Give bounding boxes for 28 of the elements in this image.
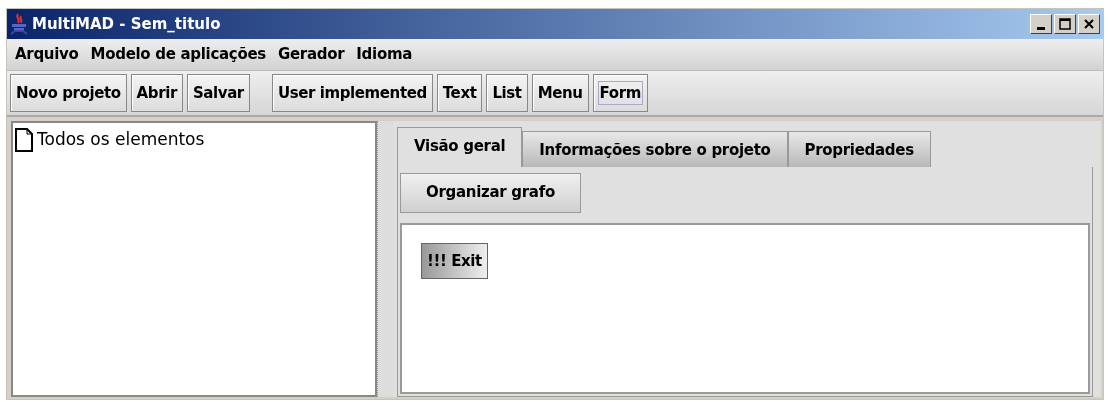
toolbar-button[interactable]: List xyxy=(486,74,528,112)
close-icon xyxy=(1084,19,1094,29)
menu-item[interactable]: Modelo de aplicações xyxy=(86,43,274,66)
minimize-icon xyxy=(1037,26,1045,30)
toolbar-button[interactable]: Novo projeto xyxy=(10,74,127,112)
toolbar-button[interactable]: Text xyxy=(436,74,483,112)
organize-graph-button[interactable]: Organizar grafo xyxy=(400,172,581,213)
minimize-button[interactable] xyxy=(1030,14,1052,34)
maximize-button[interactable] xyxy=(1054,14,1076,34)
graph-node[interactable]: !!! Exit xyxy=(421,242,488,279)
app-logo-icon xyxy=(10,13,28,35)
document-icon xyxy=(15,127,33,152)
window-title: MultiMAD - Sem_titulo xyxy=(32,13,222,35)
splitter-handle[interactable] xyxy=(377,121,393,397)
tab[interactable]: Propriedades xyxy=(787,131,931,167)
menu-item[interactable]: Arquivo xyxy=(11,43,87,66)
close-button[interactable] xyxy=(1078,14,1100,34)
tab[interactable]: Informações sobre o projeto xyxy=(522,131,788,167)
tree-item[interactable]: Todos os elementos xyxy=(37,127,205,153)
toolbar-button[interactable]: Menu xyxy=(531,74,589,112)
menu-item[interactable]: Idioma xyxy=(352,43,421,66)
toolbar-button[interactable]: Salvar xyxy=(186,74,250,112)
maximize-icon xyxy=(1059,18,1071,30)
toolbar-button[interactable]: User implemented xyxy=(271,74,433,112)
tab[interactable]: Visão geral xyxy=(397,127,523,167)
toolbar-button[interactable]: Form xyxy=(592,74,648,112)
toolbar-button[interactable]: Abrir xyxy=(130,74,183,112)
menu-item[interactable]: Gerador xyxy=(273,43,353,66)
